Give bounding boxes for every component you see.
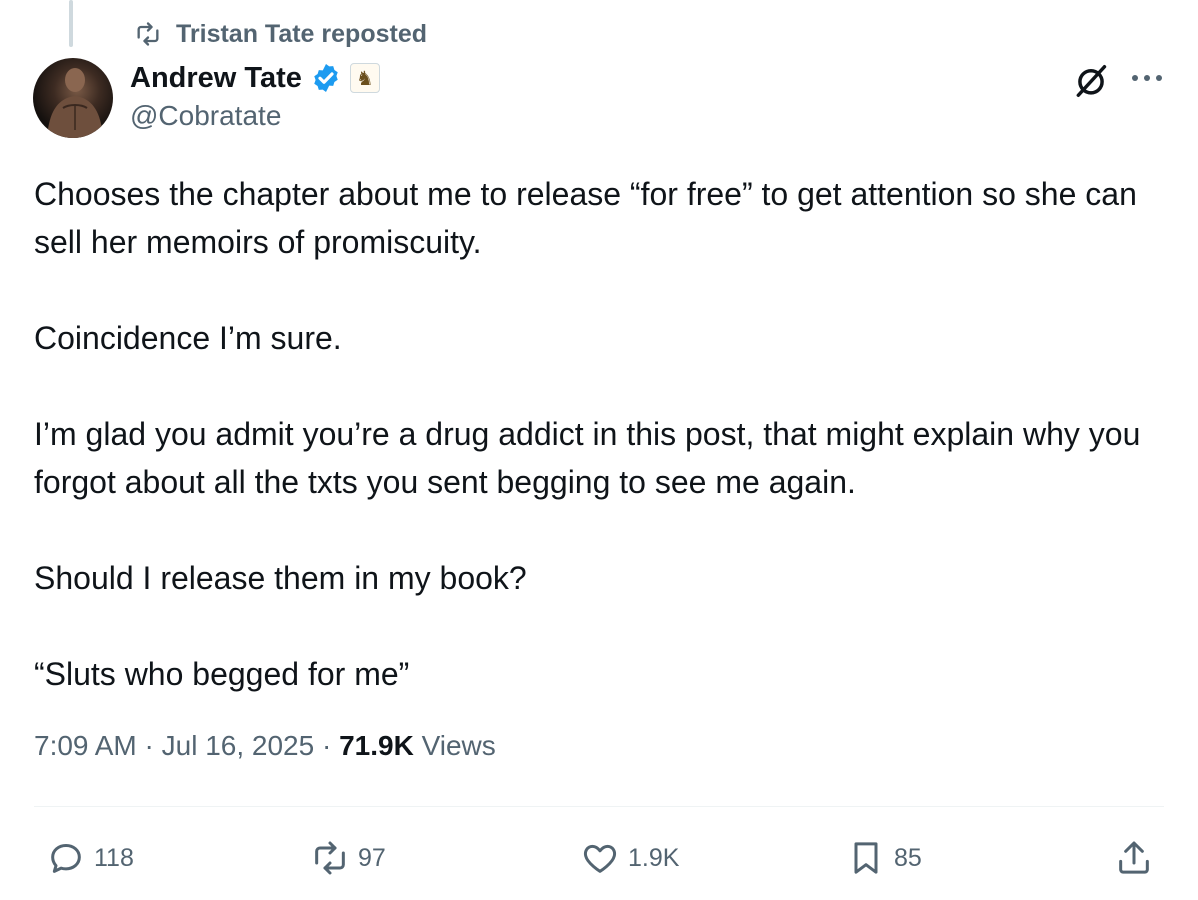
repost-count: 97	[358, 843, 386, 872]
author-name-row: Andrew Tate ♞	[130, 56, 380, 100]
reply-icon	[51, 844, 81, 873]
bookmark-count: 85	[894, 843, 922, 872]
affiliate-badge-icon[interactable]: ♞	[349, 63, 380, 93]
thread-connector-line	[69, 0, 73, 47]
reply-count: 118	[94, 843, 134, 872]
divider	[34, 806, 1164, 807]
repost-icon	[315, 841, 345, 875]
post-paragraph: I’m glad you admit you’re a drug addict …	[34, 416, 1141, 500]
author-display-name[interactable]: Andrew Tate	[130, 62, 302, 95]
post-date[interactable]: Jul 16, 2025	[162, 730, 315, 762]
more-options-icon[interactable]	[1128, 70, 1166, 86]
bookmark-button[interactable]: 85	[846, 834, 922, 882]
post-time[interactable]: 7:09 AM	[34, 730, 137, 762]
reply-button[interactable]: 118	[46, 834, 134, 882]
views-count[interactable]: 71.9K	[339, 730, 414, 762]
repost-icon	[137, 22, 159, 46]
grok-icon[interactable]	[1072, 62, 1110, 100]
like-button[interactable]: 1.9K	[580, 834, 679, 882]
like-count: 1.9K	[628, 843, 680, 872]
author-handle[interactable]: @Cobratate	[130, 100, 281, 132]
meta-separator: ·	[314, 730, 340, 761]
bookmark-icon	[854, 842, 878, 874]
meta-separator: ·	[136, 730, 162, 761]
repost-label: Tristan Tate reposted	[176, 19, 427, 48]
post-metadata: 7:09 AM · Jul 16, 2025 · 71.9K Views	[34, 730, 496, 762]
share-button[interactable]	[1114, 834, 1154, 882]
post-paragraph: Should I release them in my book?	[34, 560, 527, 596]
avatar[interactable]	[33, 58, 113, 138]
post-text: Chooses the chapter about me to release …	[34, 170, 1154, 698]
heart-icon	[583, 844, 617, 873]
post-actions: 118 97 1.9K 85	[0, 834, 1198, 882]
post-paragraph: Coincidence I’m sure.	[34, 320, 342, 356]
post-paragraph: “Sluts who begged for me”	[34, 656, 410, 692]
repost-indicator[interactable]: Tristan Tate reposted	[132, 18, 427, 50]
views-label: Views	[413, 730, 496, 761]
repost-button[interactable]: 97	[310, 834, 386, 882]
share-icon	[1119, 841, 1149, 874]
post-paragraph: Chooses the chapter about me to release …	[34, 176, 1137, 260]
verified-badge-icon[interactable]	[310, 62, 342, 94]
